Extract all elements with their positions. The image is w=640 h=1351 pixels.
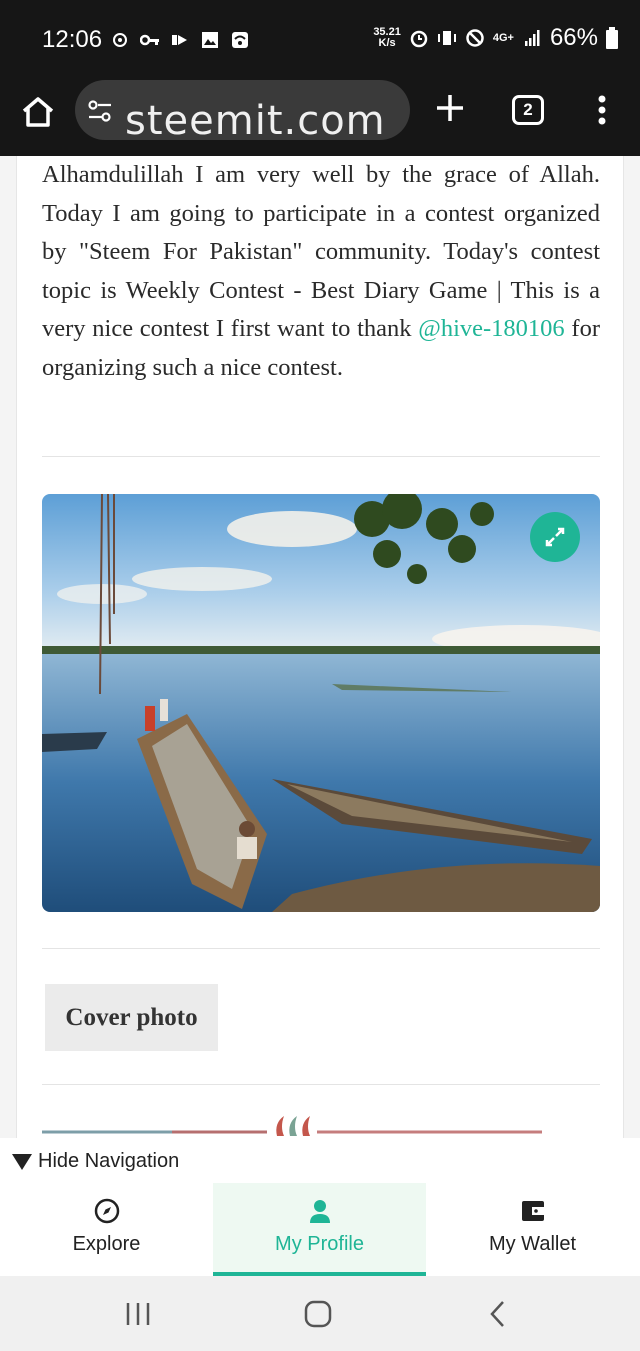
home-icon[interactable] [20, 94, 56, 130]
decorative-divider [42, 1116, 542, 1136]
bottom-navigation: Hide Navigation Explore My Profile My Wa… [0, 1138, 640, 1276]
post-image[interactable] [42, 494, 600, 912]
divider-2 [42, 948, 600, 949]
wallet-icon [521, 1201, 544, 1221]
battery-icon [606, 27, 618, 49]
settings-notification-icon [113, 33, 127, 47]
network-speed: 35.21 K/s [373, 27, 401, 49]
more-menu-icon[interactable] [590, 93, 614, 127]
user-icon [309, 1200, 330, 1223]
nav-my-profile[interactable]: My Profile [213, 1183, 426, 1276]
vibrate-icon [437, 31, 456, 45]
system-status-icons: 35.21 K/s 4G+ 66% [373, 24, 618, 52]
wifi-notification-icon [232, 32, 248, 48]
network-type: 4G+ [492, 32, 514, 44]
signal-icon [524, 30, 540, 46]
compass-icon [94, 1198, 119, 1224]
address-bar[interactable]: steemit.com [75, 80, 410, 140]
status-bar: 12:06 35.21 K/s 4G+ 66% [0, 0, 640, 78]
nav-my-wallet-label: My Wallet [488, 1233, 577, 1255]
nav-my-profile-label: My Profile [275, 1233, 364, 1255]
nav-explore[interactable]: Explore [0, 1183, 213, 1276]
system-navigation-bar [0, 1276, 640, 1351]
tab-switcher-button[interactable]: 2 [512, 95, 544, 125]
lake-boats-image [42, 494, 600, 912]
cover-photo-label: Cover photo [45, 984, 218, 1051]
post-body: Alhamdulillah I am very well by the grac… [16, 156, 624, 1146]
expand-image-button[interactable] [530, 512, 580, 562]
site-settings-icon[interactable] [87, 98, 113, 124]
recent-apps-icon[interactable] [118, 1298, 158, 1330]
nav-explore-label: Explore [72, 1233, 141, 1255]
key-icon [140, 34, 159, 46]
expand-icon [545, 527, 565, 547]
gallery-icon [202, 32, 218, 48]
post-paragraph: Alhamdulillah I am very well by the grac… [42, 156, 600, 388]
divider [42, 456, 600, 457]
status-time: 12:06 [42, 26, 103, 53]
mention-link[interactable]: @hive-180106 [418, 315, 564, 342]
nav-my-wallet[interactable]: My Wallet [426, 1183, 639, 1276]
back-icon[interactable] [478, 1298, 518, 1330]
browser-toolbar: steemit.com 2 [0, 78, 640, 156]
triangle-down-icon [12, 1153, 32, 1170]
divider-3 [42, 1084, 600, 1085]
media-icon [172, 35, 187, 45]
network-speed-unit: K/s [378, 37, 396, 49]
do-not-disturb-icon [466, 29, 484, 47]
notification-icons [110, 30, 250, 50]
new-tab-icon[interactable] [432, 90, 468, 126]
battery-percent: 66% [549, 24, 598, 51]
home-nav-icon[interactable] [298, 1298, 338, 1330]
alarm-icon [410, 30, 428, 48]
hide-navigation-label: Hide Navigation [38, 1150, 180, 1172]
url-text[interactable]: steemit.com [125, 98, 386, 140]
hide-navigation-toggle[interactable]: Hide Navigation [12, 1150, 179, 1173]
